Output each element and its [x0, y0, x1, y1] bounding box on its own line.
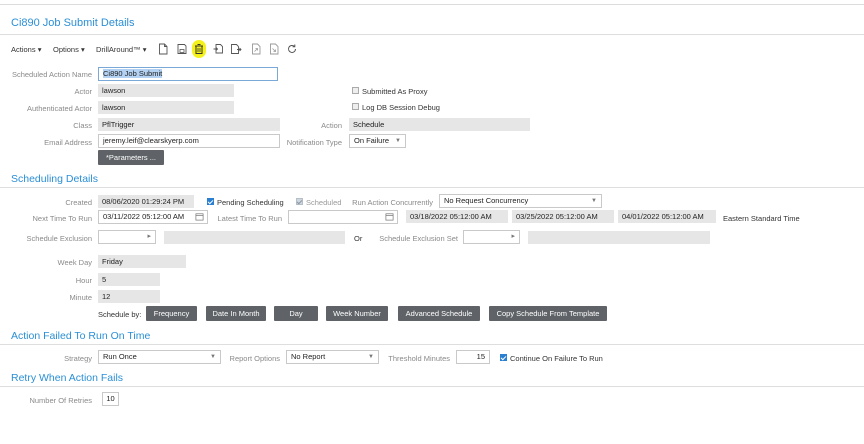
- retry-title: Retry When Action Fails: [11, 372, 124, 384]
- chevron-down-icon: ▼: [210, 354, 216, 360]
- action-failed-title: Action Failed To Run On Time: [11, 330, 151, 342]
- day-button[interactable]: Day: [274, 306, 318, 321]
- calendar-icon[interactable]: [195, 212, 204, 221]
- external-link-icon[interactable]: [268, 43, 280, 55]
- parameters-button[interactable]: *Parameters ...: [98, 150, 164, 165]
- created-label: Created: [65, 198, 92, 207]
- actor-label: Actor: [74, 87, 92, 96]
- schedule-by-label: Schedule by:: [98, 310, 142, 319]
- strategy-select[interactable]: Run Once ▼: [98, 350, 221, 364]
- calendar-icon[interactable]: [385, 212, 394, 221]
- refresh-icon[interactable]: [286, 43, 298, 55]
- submitted-as-proxy-checkbox[interactable]: [352, 87, 359, 94]
- or-label: Or: [354, 234, 363, 243]
- options-menu[interactable]: Options ▾: [53, 45, 85, 54]
- next-time-input[interactable]: 03/11/2022 05:12:00 AM: [98, 210, 208, 224]
- copy-schedule-from-template-button[interactable]: Copy Schedule From Template: [489, 306, 607, 321]
- schedule-exclusion-set-description: [528, 231, 710, 244]
- actor-field: lawson: [98, 84, 234, 97]
- schedule-exclusion-set-select[interactable]: ▸: [463, 230, 520, 244]
- action-label: Action: [321, 121, 342, 130]
- week-day-label: Week Day: [57, 258, 92, 267]
- open-link-icon[interactable]: [250, 43, 262, 55]
- top-divider: [0, 4, 864, 5]
- page-title: Ci890 Job Submit Details: [11, 17, 135, 29]
- scheduling-details-title: Scheduling Details: [11, 173, 98, 185]
- run-action-concurrently-select[interactable]: No Request Concurrency ▼: [439, 194, 602, 208]
- scheduled-action-name-label: Scheduled Action Name: [11, 70, 92, 79]
- notification-type-label: Notification Type: [286, 138, 342, 147]
- strategy-label: Strategy: [64, 354, 92, 363]
- latest-time-input[interactable]: [288, 210, 398, 224]
- authenticated-actor-label: Authenticated Actor: [26, 104, 92, 113]
- schedule-exclusion-set-label: Schedule Exclusion Set: [379, 234, 458, 243]
- number-of-retries-label: Number Of Retries: [29, 396, 92, 405]
- pending-scheduling-checkbox[interactable]: [207, 198, 214, 205]
- email-input[interactable]: jeremy.leif@clearskyerp.com: [98, 134, 280, 148]
- threshold-minutes-label: Threshold Minutes: [388, 354, 450, 363]
- title-divider: [0, 34, 864, 35]
- next-run-1: 03/18/2022 05:12:00 AM: [406, 210, 508, 223]
- new-document-icon[interactable]: [157, 43, 169, 55]
- schedule-exclusion-description: [164, 231, 345, 244]
- chevron-down-icon: ▼: [395, 138, 401, 144]
- scheduled-label: Scheduled: [306, 198, 342, 207]
- schedule-exclusion-select[interactable]: ▸: [98, 230, 156, 244]
- report-options-select[interactable]: No Report ▼: [286, 350, 379, 364]
- action-failed-divider: [0, 344, 864, 345]
- week-number-button[interactable]: Week Number: [326, 306, 388, 321]
- next-time-label: Next Time To Run: [32, 214, 92, 223]
- hour-field: 5: [98, 273, 160, 286]
- chevron-down-icon: ▼: [368, 354, 374, 360]
- class-field: PflTrigger: [98, 118, 280, 131]
- retry-divider: [0, 386, 864, 387]
- next-run-2: 03/25/2022 05:12:00 AM: [512, 210, 614, 223]
- hour-label: Hour: [75, 276, 92, 285]
- chevron-right-icon: ▸: [147, 233, 151, 240]
- minute-field: 12: [98, 290, 160, 303]
- save-icon[interactable]: [176, 43, 188, 55]
- report-options-label: Report Options: [229, 354, 280, 363]
- notification-type-select[interactable]: On Failure ▼: [349, 134, 406, 148]
- created-field: 08/06/2020 01:29:24 PM: [98, 195, 194, 208]
- number-of-retries-input[interactable]: 10: [102, 392, 119, 406]
- scheduling-divider: [0, 187, 864, 188]
- drillaround-menu[interactable]: DrillAround™ ▾: [96, 45, 146, 54]
- copy-icon[interactable]: [212, 43, 224, 55]
- log-db-session-debug-label: Log DB Session Debug: [362, 103, 440, 112]
- week-day-field: Friday: [98, 255, 186, 268]
- chevron-right-icon: ▸: [511, 233, 515, 240]
- log-db-session-debug-checkbox[interactable]: [352, 103, 359, 110]
- scheduled-checkbox[interactable]: [296, 198, 303, 205]
- frequency-button[interactable]: Frequency: [146, 306, 197, 321]
- forward-icon[interactable]: [230, 43, 242, 55]
- actions-menu[interactable]: Actions ▾: [11, 45, 41, 54]
- chevron-down-icon: ▼: [591, 198, 597, 204]
- minute-label: Minute: [69, 293, 92, 302]
- scheduled-action-name-input[interactable]: Ci890 Job Submit: [98, 67, 278, 81]
- email-label: Email Address: [44, 138, 92, 147]
- latest-time-label: Latest Time To Run: [217, 214, 282, 223]
- advanced-schedule-button[interactable]: Advanced Schedule: [398, 306, 480, 321]
- timezone-label: Eastern Standard Time: [723, 214, 800, 223]
- run-action-concurrently-label: Run Action Concurrently: [352, 198, 433, 207]
- date-in-month-button[interactable]: Date In Month: [206, 306, 266, 321]
- next-run-3: 04/01/2022 05:12:00 AM: [618, 210, 716, 223]
- delete-icon[interactable]: [193, 43, 205, 55]
- pending-scheduling-label: Pending Scheduling: [217, 198, 284, 207]
- submitted-as-proxy-label: Submitted As Proxy: [362, 87, 428, 96]
- threshold-minutes-input[interactable]: 15: [456, 350, 490, 364]
- authenticated-actor-field: lawson: [98, 101, 234, 114]
- schedule-exclusion-label: Schedule Exclusion: [26, 234, 92, 243]
- continue-on-failure-checkbox[interactable]: [500, 354, 507, 361]
- continue-on-failure-label: Continue On Failure To Run: [510, 354, 603, 363]
- class-label: Class: [73, 121, 92, 130]
- action-field: Schedule: [349, 118, 530, 131]
